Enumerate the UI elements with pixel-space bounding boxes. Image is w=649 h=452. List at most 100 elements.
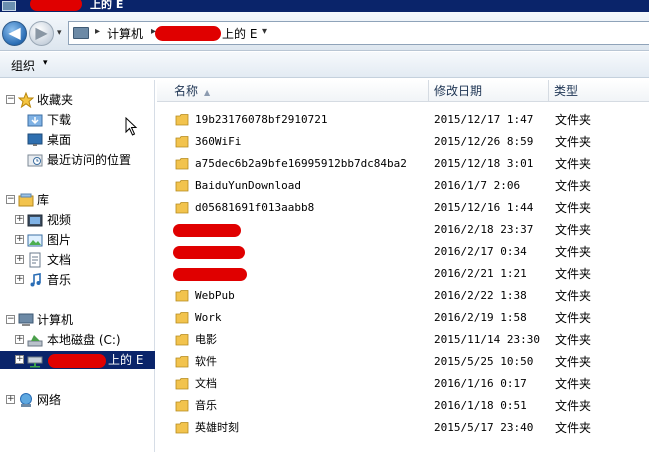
file-name: 软件: [195, 355, 217, 368]
explorer-icon: [2, 1, 16, 11]
file-type: 文件夹: [555, 421, 592, 435]
expand-toggle[interactable]: +: [15, 215, 24, 224]
file-type: 文件夹: [555, 399, 592, 413]
expand-toggle[interactable]: +: [15, 235, 24, 244]
file-name: 19b23176078bf2910721: [195, 113, 328, 126]
recent-places-icon: [27, 154, 43, 167]
nav-documents[interactable]: + 文档: [0, 251, 155, 269]
nav-local-disk-label: 本地磁盘 (C:): [47, 333, 121, 347]
file-row[interactable]: 英雄时刻 2015/5/17 23:40 文件夹: [157, 417, 649, 439]
nav-videos[interactable]: + 视频: [0, 211, 155, 229]
file-type: 文件夹: [555, 377, 592, 391]
file-row[interactable]: 360WiFi 2015/12/26 8:59 文件夹: [157, 131, 649, 153]
file-modified-date: 2016/2/19 1:58: [434, 311, 527, 324]
expand-toggle[interactable]: +: [15, 275, 24, 284]
redaction-mark: [30, 0, 82, 11]
nav-computer-label: 计算机: [37, 313, 74, 327]
expand-toggle[interactable]: +: [15, 355, 24, 364]
nav-local-disk-c[interactable]: + 本地磁盘 (C:): [0, 331, 155, 349]
column-header-name[interactable]: 名称 ▲: [157, 80, 429, 102]
breadcrumb-drive-e[interactable]: 上的 E: [222, 25, 257, 42]
nav-computer[interactable]: − 计算机: [0, 311, 155, 329]
address-bar[interactable]: ▸ 计算机 ▸ 上的 E ▾: [68, 21, 649, 45]
file-type: 文件夹: [555, 333, 592, 347]
folder-icon: [175, 158, 189, 170]
file-row[interactable]: d05681691f013aabb8 2015/12/16 1:44 文件夹: [157, 197, 649, 219]
file-row[interactable]: 软件 2015/5/25 10:50 文件夹: [157, 351, 649, 373]
star-icon: [18, 92, 34, 108]
file-type: 文件夹: [555, 289, 592, 303]
file-row[interactable]: 电影 2015/11/14 23:30 文件夹: [157, 329, 649, 351]
file-modified-date: 2016/2/22 1:38: [434, 289, 527, 302]
nav-favorites[interactable]: − 收藏夹: [0, 91, 155, 109]
file-row[interactable]: 2016/2/17 0:34 文件夹: [157, 241, 649, 263]
file-type: 文件夹: [555, 311, 592, 325]
file-row[interactable]: Work 2016/2/19 1:58 文件夹: [157, 307, 649, 329]
recent-pages-dropdown[interactable]: ▾: [57, 28, 62, 38]
video-library-icon: [27, 214, 43, 227]
file-row[interactable]: 2016/2/21 1:21 文件夹: [157, 263, 649, 285]
organize-dropdown-icon[interactable]: ▾: [43, 58, 48, 68]
file-name: BaiduYunDownload: [195, 179, 301, 192]
file-type: 文件夹: [555, 355, 592, 369]
file-row[interactable]: BaiduYunDownload 2016/1/7 2:06 文件夹: [157, 175, 649, 197]
collapse-toggle[interactable]: −: [6, 195, 15, 204]
collapse-toggle[interactable]: −: [6, 315, 15, 324]
folder-icon: [175, 356, 189, 368]
file-type: 文件夹: [555, 223, 592, 237]
breadcrumb-separator[interactable]: ▸: [95, 26, 100, 37]
forward-arrow-icon: ▶: [35, 23, 48, 42]
nav-network[interactable]: + 网络: [0, 391, 155, 409]
network-drive-icon: [27, 356, 43, 368]
document-library-icon: [29, 252, 41, 268]
computer-icon: [73, 27, 89, 39]
file-modified-date: 2015/5/17 23:40: [434, 421, 534, 434]
breadcrumb-dropdown[interactable]: ▾: [262, 26, 267, 37]
file-row[interactable]: 19b23176078bf2910721 2015/12/17 1:47 文件夹: [157, 109, 649, 131]
computer-icon: [18, 313, 34, 326]
nav-drive-e[interactable]: + 上的 E: [0, 351, 155, 369]
expand-toggle[interactable]: +: [6, 395, 15, 404]
expand-toggle[interactable]: +: [15, 255, 24, 264]
file-type: 文件夹: [555, 179, 592, 193]
column-header-type[interactable]: 类型: [549, 80, 649, 102]
nav-libraries[interactable]: − 库: [0, 191, 155, 209]
file-row[interactable]: 文档 2016/1/16 0:17 文件夹: [157, 373, 649, 395]
file-list: 名称 ▲ 修改日期 类型 19b23176078bf2910721 2015/12/…: [157, 80, 649, 452]
back-button[interactable]: ◀: [2, 21, 27, 46]
file-row[interactable]: 2016/2/18 23:37 文件夹: [157, 219, 649, 241]
window-title: 上的 E: [90, 0, 124, 11]
nav-network-label: 网络: [37, 393, 62, 407]
column-modified-label: 修改日期: [434, 84, 483, 98]
forward-button[interactable]: ▶: [29, 21, 54, 46]
folder-icon: [175, 312, 189, 324]
nav-documents-label: 文档: [47, 253, 72, 267]
navigation-bar: ◀ ▶ ▾ ▸ 计算机 ▸ 上的 E ▾: [0, 12, 649, 51]
collapse-toggle[interactable]: −: [6, 95, 15, 104]
nav-downloads-label: 下载: [47, 113, 72, 127]
file-modified-date: 2016/1/7 2:06: [434, 179, 521, 192]
local-disk-icon: [27, 335, 43, 347]
file-type: 文件夹: [555, 245, 592, 259]
file-modified-date: 2016/1/18 0:51: [434, 399, 527, 412]
redaction-mark: [173, 246, 245, 259]
file-row[interactable]: a75dec6b2a9bfe16995912bb7dc84ba2 2015/12/…: [157, 153, 649, 175]
nav-recent-places[interactable]: 最近访问的位置: [0, 151, 155, 169]
nav-drive-e-label: 上的 E: [108, 353, 144, 367]
organize-button[interactable]: 组织: [11, 57, 35, 74]
folder-icon: [175, 334, 189, 346]
file-row[interactable]: WebPub 2016/2/22 1:38 文件夹: [157, 285, 649, 307]
sort-ascending-icon: ▲: [204, 88, 211, 97]
nav-music[interactable]: + 音乐: [0, 271, 155, 289]
column-header-modified[interactable]: 修改日期: [429, 80, 549, 102]
nav-pictures-label: 图片: [47, 233, 72, 247]
mouse-cursor-icon: [125, 117, 138, 136]
file-row[interactable]: 音乐 2016/1/18 0:51 文件夹: [157, 395, 649, 417]
breadcrumb-computer[interactable]: 计算机: [107, 25, 143, 42]
nav-pictures[interactable]: + 图片: [0, 231, 155, 249]
expand-toggle[interactable]: +: [15, 335, 24, 344]
picture-library-icon: [27, 234, 43, 247]
command-bar: 组织 ▾: [0, 52, 649, 78]
folder-icon: [175, 290, 189, 302]
desktop-icon: [27, 133, 43, 146]
